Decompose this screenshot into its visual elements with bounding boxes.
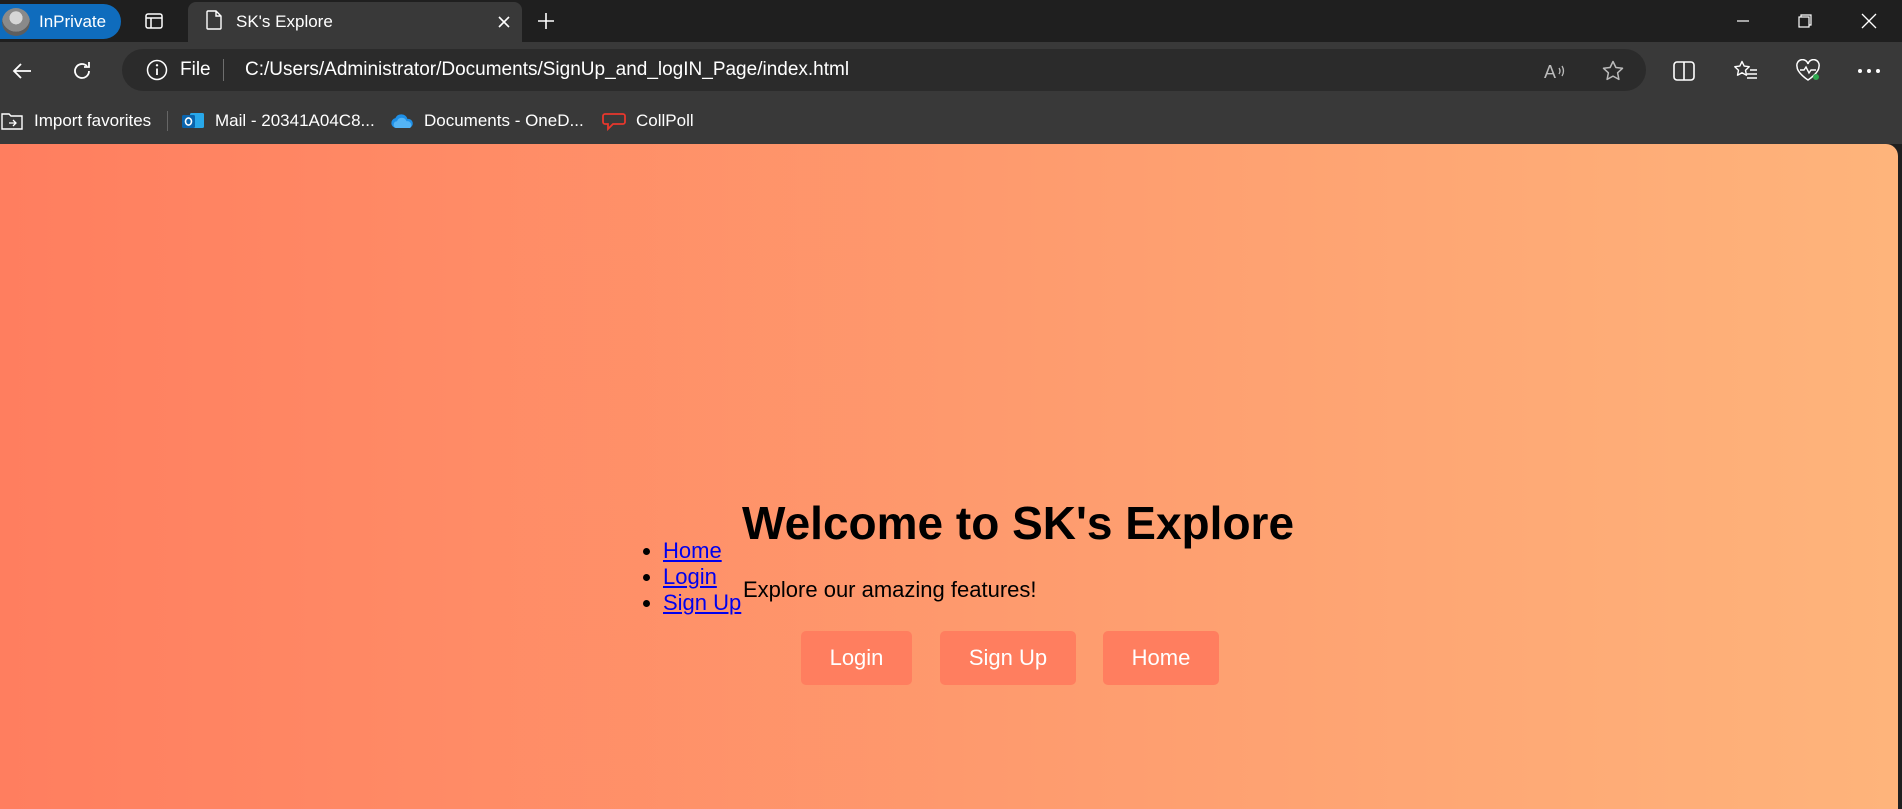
favorites-divider — [167, 111, 168, 131]
import-favorites-icon — [0, 110, 24, 132]
tab-title: SK's Explore — [236, 12, 333, 31]
favorite-import[interactable]: Import favorites — [0, 108, 151, 134]
refresh-icon[interactable] — [64, 54, 100, 88]
page-viewport: Home Login Sign Up Welcome to SK's Explo… — [0, 144, 1898, 809]
browser-essentials-icon[interactable] — [1791, 54, 1825, 88]
favorite-label: Mail - 20341A04C8... — [215, 111, 375, 130]
favorite-collpoll[interactable]: CollPoll — [602, 108, 694, 134]
inprivate-label: InPrivate — [39, 11, 107, 31]
more-options-icon[interactable] — [1852, 54, 1886, 88]
page-icon — [206, 9, 222, 35]
login-button[interactable]: Login — [801, 631, 912, 685]
nav-link-signup[interactable]: Sign Up — [663, 590, 741, 615]
split-screen-icon[interactable] — [1667, 54, 1701, 88]
favorites-bar: Import favorites Mail - 20341A04C8... Do… — [0, 98, 1902, 144]
favorite-label: Import favorites — [34, 111, 152, 130]
address-toolbar: File C:/Users/Administrator/Documents/Si… — [0, 42, 1902, 98]
page-subtitle: Explore our amazing features! — [743, 577, 1037, 602]
address-bar[interactable]: File C:/Users/Administrator/Documents/Si… — [122, 49, 1646, 91]
svg-text:A: A — [1544, 62, 1556, 82]
inprivate-badge[interactable]: InPrivate — [0, 4, 121, 39]
favorite-mail[interactable]: Mail - 20341A04C8... — [181, 108, 375, 134]
tab-active[interactable]: SK's Explore — [188, 2, 522, 42]
outlook-icon — [181, 110, 205, 132]
nav-item-home: Home — [663, 538, 741, 564]
favorite-label: CollPoll — [636, 111, 694, 130]
restore-icon[interactable] — [1774, 0, 1836, 42]
address-divider — [223, 59, 224, 81]
favorite-label: Documents - OneD... — [424, 111, 584, 130]
tab-actions-icon[interactable] — [140, 8, 168, 34]
collpoll-icon — [602, 110, 626, 132]
page-nav-list: Home Login Sign Up — [640, 538, 741, 616]
onedrive-icon — [390, 113, 414, 129]
favorite-star-icon[interactable] — [1600, 58, 1626, 84]
back-icon[interactable] — [4, 54, 40, 88]
favorite-onedrive[interactable]: Documents - OneD... — [390, 108, 584, 134]
read-aloud-icon[interactable]: A — [1542, 58, 1568, 84]
home-button[interactable]: Home — [1103, 631, 1219, 685]
new-tab-icon[interactable] — [532, 8, 560, 34]
close-window-icon[interactable] — [1838, 0, 1900, 42]
nav-item-signup: Sign Up — [663, 590, 741, 616]
url-scheme-label: File — [180, 59, 211, 80]
profile-avatar — [2, 7, 30, 36]
minimize-icon[interactable] — [1712, 0, 1774, 42]
favorites-icon[interactable] — [1729, 54, 1763, 88]
nav-link-home[interactable]: Home — [663, 538, 722, 563]
nav-link-login[interactable]: Login — [663, 564, 717, 589]
nav-item-login: Login — [663, 564, 741, 590]
title-bar: InPrivate SK's Explore — [0, 0, 1902, 42]
close-tab-icon[interactable] — [494, 12, 514, 32]
signup-button[interactable]: Sign Up — [940, 631, 1076, 685]
page-title: Welcome to SK's Explore — [742, 497, 1295, 549]
url-text[interactable]: C:/Users/Administrator/Documents/SignUp_… — [245, 59, 849, 81]
site-info-icon[interactable] — [146, 59, 168, 86]
